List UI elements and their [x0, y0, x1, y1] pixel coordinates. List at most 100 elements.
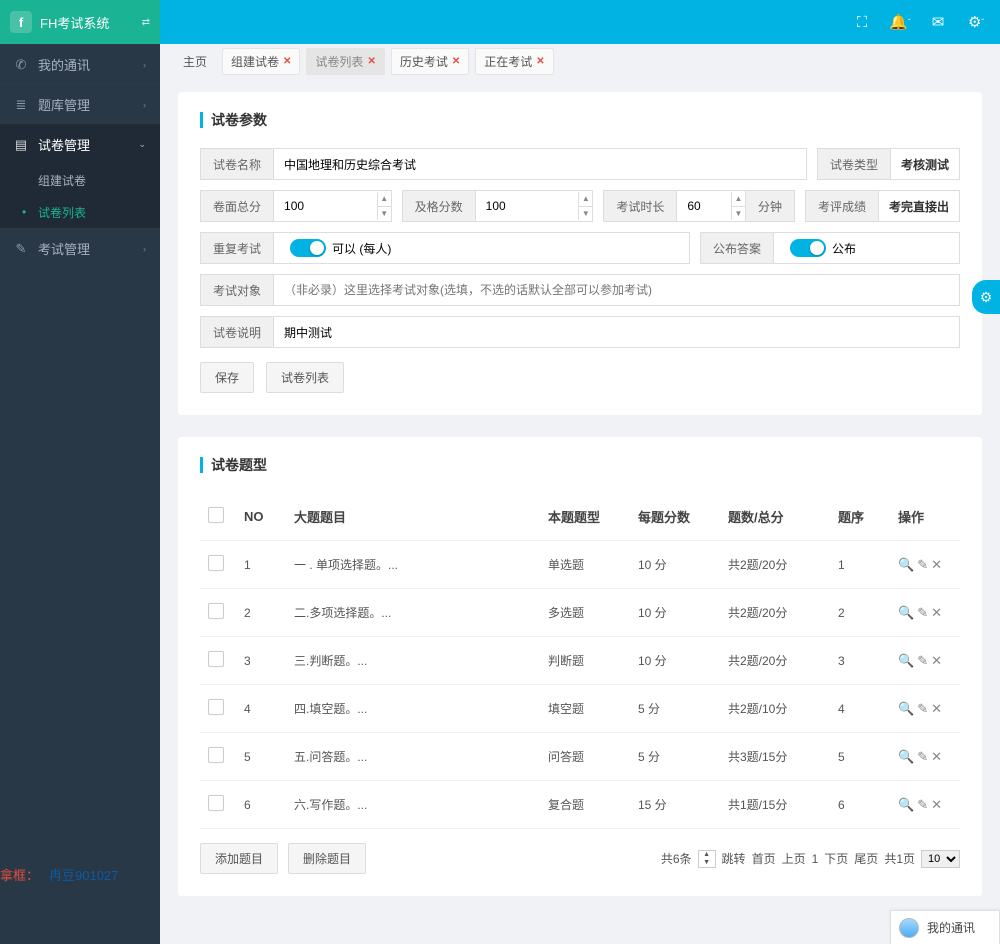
cell-no: 5 [236, 733, 286, 781]
cell-order: 1 [830, 541, 890, 589]
paper-note-input[interactable] [274, 317, 959, 347]
select-all-checkbox[interactable] [208, 507, 224, 523]
label: 卷面总分 [201, 191, 274, 221]
table-row: 1 一 . 单项选择题。... 单选题 10 分 共2题/20分 1 🔍✎✕ [200, 541, 960, 589]
tab-label: 历史考试 [400, 53, 448, 70]
edit-icon[interactable]: ✎ [917, 701, 928, 716]
row-checkbox[interactable] [208, 603, 224, 619]
row-checkbox[interactable] [208, 651, 224, 667]
cell-order: 5 [830, 733, 890, 781]
menu-icon: ≣ [14, 97, 28, 113]
sidebar-sub-item[interactable]: 试卷列表 [0, 196, 160, 228]
table-row: 5 五.问答题。... 问答题 5 分 共3题/15分 5 🔍✎✕ [200, 733, 960, 781]
total-score-value[interactable]: 100 [274, 191, 377, 221]
add-question-button[interactable]: 添加题目 [200, 843, 278, 874]
paper-name-input[interactable] [274, 149, 806, 179]
fullscreen-icon[interactable]: ⛶ [854, 14, 870, 30]
edit-icon[interactable]: ✎ [917, 749, 928, 764]
exam-target-input[interactable] [274, 275, 959, 305]
close-icon[interactable]: ✕ [452, 56, 460, 67]
cell-title: 五.问答题。... [286, 733, 540, 781]
cell-count: 共2题/10分 [720, 685, 830, 733]
next-page-link[interactable]: 下页 [824, 850, 848, 867]
sidebar-item[interactable]: ≣题库管理› [0, 84, 160, 124]
paper-list-button[interactable]: 试卷列表 [266, 362, 344, 393]
cell-title: 二.多项选择题。... [286, 589, 540, 637]
pass-score-value[interactable]: 100 [476, 191, 579, 221]
save-button[interactable]: 保存 [200, 362, 254, 393]
edit-icon[interactable]: ✎ [917, 557, 928, 572]
tab-label: 正在考试 [484, 53, 532, 70]
sidebar-sub-item[interactable]: 组建试卷 [0, 164, 160, 196]
close-icon[interactable]: ✕ [536, 56, 544, 67]
col-type: 本题题型 [540, 493, 630, 541]
page-size-select[interactable]: 10 [921, 850, 960, 868]
unit-label: 分钟 [745, 191, 794, 221]
first-page-link[interactable]: 首页 [752, 850, 776, 867]
cell-type: 单选题 [540, 541, 630, 589]
delete-icon[interactable]: ✕ [931, 605, 942, 620]
row-checkbox[interactable] [208, 747, 224, 763]
gear-icon[interactable]: ⚙ˇ [968, 14, 984, 30]
label: 考试对象 [201, 275, 274, 305]
tab[interactable]: 组建试卷✕ [222, 48, 300, 75]
publish-answer-toggle[interactable] [790, 239, 826, 257]
row-checkbox[interactable] [208, 795, 224, 811]
cell-count: 共2题/20分 [720, 541, 830, 589]
paper-type-value: 考核测试 [891, 149, 959, 179]
row-checkbox[interactable] [208, 699, 224, 715]
view-icon[interactable]: 🔍 [898, 701, 914, 716]
delete-icon[interactable]: ✕ [931, 701, 942, 716]
tab-home[interactable]: 主页 [174, 48, 216, 75]
delete-icon[interactable]: ✕ [931, 797, 942, 812]
chat-widget[interactable]: 我的通讯 [890, 910, 1000, 944]
repeat-toggle[interactable] [290, 239, 326, 257]
view-icon[interactable]: 🔍 [898, 797, 914, 812]
view-icon[interactable]: 🔍 [898, 749, 914, 764]
tab[interactable]: 历史考试 ✕ [391, 48, 469, 75]
jump-link[interactable]: 跳转 [722, 850, 746, 867]
cell-count: 共2题/20分 [720, 637, 830, 685]
current-page: 1 [812, 852, 819, 866]
settings-drawer-icon[interactable]: ⚙ [972, 280, 1000, 314]
delete-icon[interactable]: ✕ [931, 749, 942, 764]
brand[interactable]: f FH考试系统 ⇄ [0, 0, 160, 44]
mail-icon[interactable]: ✉ [930, 14, 946, 30]
cell-score: 10 分 [630, 541, 720, 589]
cell-score: 5 分 [630, 685, 720, 733]
sidebar-item[interactable]: ▤试卷管理⌄ [0, 124, 160, 164]
delete-question-button[interactable]: 删除题目 [288, 843, 366, 874]
brand-logo-icon: f [10, 11, 32, 33]
cell-title: 四.填空题。... [286, 685, 540, 733]
view-icon[interactable]: 🔍 [898, 605, 914, 620]
spinner[interactable]: ▲▼ [578, 192, 592, 220]
view-icon[interactable]: 🔍 [898, 653, 914, 668]
edit-icon[interactable]: ✎ [917, 653, 928, 668]
last-page-link[interactable]: 尾页 [854, 850, 878, 867]
tab[interactable]: 试卷列表✕ [306, 48, 384, 75]
cell-no: 1 [236, 541, 286, 589]
delete-icon[interactable]: ✕ [931, 653, 942, 668]
bell-icon[interactable]: 🔔ˇ [892, 14, 908, 30]
close-icon[interactable]: ✕ [283, 56, 291, 67]
col-count: 题数/总分 [720, 493, 830, 541]
duration-value[interactable]: 60 [677, 191, 731, 221]
paper-params-card: 试卷参数 试卷名称 试卷类型 考核测试 卷面总分 100 ▲▼ [178, 92, 982, 415]
sidebar-item[interactable]: ✆我的通讯› [0, 44, 160, 84]
menu-icon: ✎ [14, 241, 28, 257]
delete-icon[interactable]: ✕ [931, 557, 942, 572]
prev-page-link[interactable]: 上页 [782, 850, 806, 867]
edit-icon[interactable]: ✎ [917, 605, 928, 620]
tab[interactable]: 正在考试 ✕ [475, 48, 553, 75]
row-checkbox[interactable] [208, 555, 224, 571]
cell-title: 三.判断题。... [286, 637, 540, 685]
close-icon[interactable]: ✕ [367, 56, 375, 67]
view-icon[interactable]: 🔍 [898, 557, 914, 572]
page-spinner[interactable]: ▲▼ [698, 850, 716, 868]
card-title: 试卷题型 [200, 455, 960, 475]
chevron-icon: › [143, 100, 146, 110]
edit-icon[interactable]: ✎ [917, 797, 928, 812]
spinner[interactable]: ▲▼ [731, 192, 745, 220]
spinner[interactable]: ▲▼ [377, 192, 391, 220]
sidebar-item[interactable]: ✎考试管理› [0, 228, 160, 268]
